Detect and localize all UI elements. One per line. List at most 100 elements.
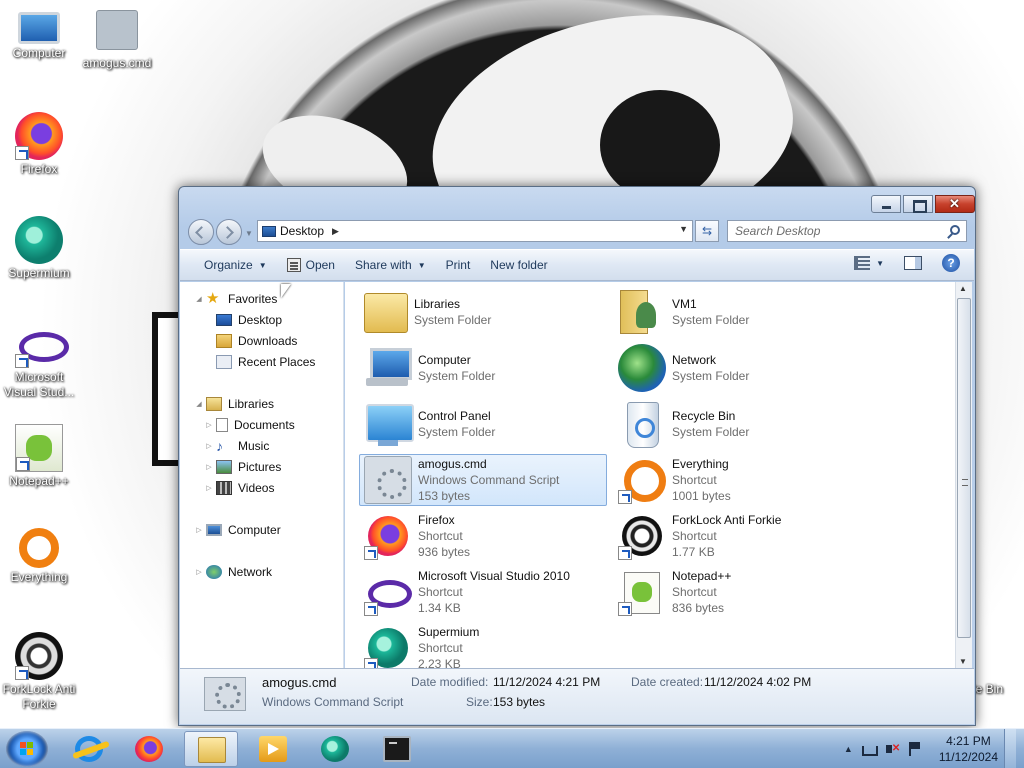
help-icon[interactable]: ? <box>942 254 960 272</box>
file-type: Shortcut <box>672 529 717 543</box>
share-with-button[interactable]: Share with ▼ <box>345 253 436 277</box>
file-item-libraries[interactable]: Libraries System Folder <box>359 286 607 338</box>
expand-icon[interactable]: ▷ <box>204 463 214 471</box>
nav-computer[interactable]: ▷ Computer <box>194 523 280 537</box>
forward-button[interactable] <box>216 219 242 245</box>
file-item-supermium[interactable]: Supermium Shortcut 2.23 KB <box>359 622 607 668</box>
scroll-up-icon[interactable]: ▲ <box>959 284 967 293</box>
clock[interactable]: 4:21 PM 11/12/2024 <box>939 733 998 765</box>
collapse-icon[interactable]: ◢ <box>194 295 204 303</box>
new-folder-button[interactable]: New folder <box>480 253 557 277</box>
scrollbar-thumb[interactable] <box>957 298 971 638</box>
network-tray-icon[interactable] <box>861 746 878 756</box>
file-item-recycle-bin[interactable]: Recycle Bin System Folder <box>613 398 861 450</box>
nav-pictures[interactable]: ▷ Pictures <box>204 460 281 474</box>
recent-pages-dropdown[interactable]: ▼ <box>245 229 253 238</box>
show-hidden-icons-icon[interactable]: ▲ <box>844 744 853 754</box>
address-bar[interactable]: Desktop ▶ ▼ <box>257 220 693 242</box>
computer-icon <box>364 344 412 392</box>
desktop-icon-supermium[interactable]: Supermium <box>0 216 78 281</box>
forklock-icon <box>618 512 666 560</box>
desktop-icon-computer[interactable]: Computer <box>0 6 78 61</box>
organize-button[interactable]: Organize ▼ <box>194 253 277 277</box>
file-type: Shortcut <box>672 585 717 599</box>
expand-icon[interactable]: ▷ <box>204 442 214 450</box>
desktop-icon-label: ForkLock Anti Forkie <box>2 682 76 711</box>
back-button[interactable] <box>188 219 214 245</box>
nav-favorites[interactable]: ◢ ★ Favorites <box>194 291 277 306</box>
details-pane: amogus.cmd Windows Command Script Date m… <box>180 668 974 724</box>
nav-recent-places[interactable]: Recent Places <box>216 355 315 369</box>
volume-muted-icon[interactable] <box>884 741 900 757</box>
file-name: Control Panel <box>418 409 491 423</box>
scroll-down-icon[interactable]: ▼ <box>959 657 967 666</box>
print-button[interactable]: Print <box>436 253 481 277</box>
folder-icon <box>198 737 226 763</box>
file-item-forklock[interactable]: ForkLock Anti Forkie Shortcut 1.77 KB <box>613 510 861 562</box>
desktop-icon-everything[interactable]: Everything <box>0 528 78 585</box>
taskbar-media-player[interactable] <box>246 731 300 767</box>
show-desktop-button[interactable] <box>1004 729 1016 768</box>
minimize-button[interactable] <box>871 195 901 213</box>
notepadpp-icon <box>15 424 63 472</box>
documents-icon <box>216 418 228 432</box>
file-item-notepadpp[interactable]: Notepad++ Shortcut 836 bytes <box>613 566 861 618</box>
change-view-icon[interactable] <box>854 256 871 270</box>
search-input[interactable] <box>735 224 935 238</box>
nav-desktop[interactable]: Desktop <box>216 313 282 327</box>
file-size: 1.34 KB <box>418 601 461 615</box>
action-center-flag-icon[interactable] <box>906 741 922 757</box>
nav-videos[interactable]: ▷ Videos <box>204 481 274 495</box>
file-item-network[interactable]: Network System Folder <box>613 342 861 394</box>
desktop-icon-firefox[interactable]: Firefox <box>0 112 78 177</box>
view-options-dropdown[interactable]: ▼ <box>876 259 884 268</box>
taskbar-supermium[interactable] <box>308 731 362 767</box>
breadcrumb-chevron-icon[interactable]: ▶ <box>332 226 339 237</box>
search-box[interactable] <box>727 220 967 242</box>
nav-libraries[interactable]: ◢ Libraries <box>194 397 274 411</box>
expand-icon[interactable]: ▷ <box>204 421 214 429</box>
taskbar-explorer[interactable] <box>184 731 238 767</box>
expand-icon[interactable]: ▷ <box>194 568 204 576</box>
notepadpp-icon <box>618 568 666 616</box>
open-button[interactable]: Open <box>277 253 345 277</box>
taskbar-internet-explorer[interactable] <box>62 731 116 767</box>
nav-documents[interactable]: ▷ Documents <box>204 418 295 432</box>
nav-documents-label: Documents <box>234 418 295 432</box>
preview-pane-icon[interactable] <box>904 256 922 270</box>
music-icon: ♪ <box>216 438 223 454</box>
desktop-icon-visual-studio[interactable]: Microsoft Visual Stud... <box>0 320 78 400</box>
file-item-computer[interactable]: Computer System Folder <box>359 342 607 394</box>
desktop-icon-label: Everything <box>10 570 68 584</box>
expand-icon[interactable]: ▷ <box>194 526 204 534</box>
nav-music[interactable]: ▷ ♪ Music <box>204 439 269 453</box>
details-date-modified: 11/12/2024 4:21 PM <box>493 675 601 689</box>
desktop-icon-label: Supermium <box>8 266 70 280</box>
desktop-icon-notepadpp[interactable]: Notepad++ <box>0 424 78 489</box>
file-item-vm1[interactable]: VM1 System Folder <box>613 286 861 338</box>
start-button[interactable] <box>6 731 48 767</box>
taskbar-command-prompt[interactable] <box>370 731 424 767</box>
file-item-firefox[interactable]: Firefox Shortcut 936 bytes <box>359 510 607 562</box>
taskbar-firefox[interactable] <box>122 731 176 767</box>
nav-downloads[interactable]: Downloads <box>216 334 297 348</box>
address-dropdown-icon[interactable]: ▼ <box>679 224 688 234</box>
file-item-control-panel[interactable]: Control Panel System Folder <box>359 398 607 450</box>
file-name: Computer <box>418 353 471 367</box>
file-name: VM1 <box>672 297 697 311</box>
collapse-icon[interactable]: ◢ <box>194 400 204 408</box>
file-type: System Folder <box>414 313 492 327</box>
refresh-button[interactable]: ⇆ <box>695 220 719 242</box>
maximize-button[interactable] <box>903 195 933 213</box>
desktop-icon-amogus[interactable]: amogus.cmd <box>78 6 156 71</box>
file-item-amogus-cmd[interactable]: amogus.cmd Windows Command Script 153 byte… <box>359 454 607 506</box>
file-item-visual-studio[interactable]: Microsoft Visual Studio 2010 Shortcut 1.34… <box>359 566 607 618</box>
file-item-everything[interactable]: Everything Shortcut 1001 bytes <box>613 454 861 506</box>
desktop-icon-forklock[interactable]: ForkLock Anti Forkie <box>0 632 78 712</box>
breadcrumb-desktop[interactable]: Desktop <box>280 224 324 238</box>
nav-network[interactable]: ▷ Network <box>194 565 272 579</box>
vertical-scrollbar[interactable]: ▲ ▼ <box>955 282 972 668</box>
close-button[interactable] <box>935 195 975 213</box>
search-icon[interactable] <box>950 225 960 235</box>
expand-icon[interactable]: ▷ <box>204 484 214 492</box>
